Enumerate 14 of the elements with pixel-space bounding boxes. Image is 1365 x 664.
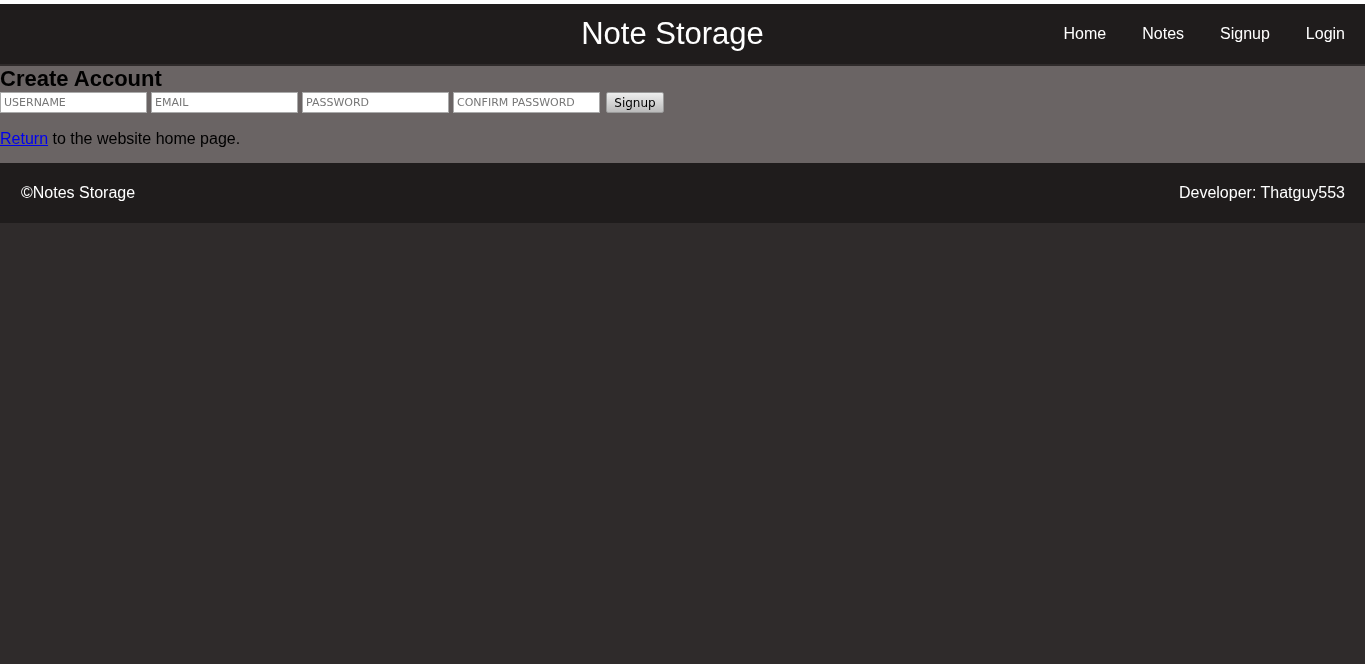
return-text: Return to the website home page. [0,130,242,148]
nav-link[interactable]: Home [1063,25,1107,43]
page-heading: Create Account [0,66,163,92]
copyright-text: ©Notes Storage [21,184,136,202]
nav-link[interactable]: Login [1305,25,1345,43]
nav-link[interactable]: Notes [1142,25,1185,43]
input-field[interactable]: EMAIL [151,92,298,113]
site-title: Note Storage [581,16,764,52]
input-field[interactable]: CONFIRM PASSWORD [453,92,600,113]
developer-text: Developer: Thatguy553 [1178,184,1345,202]
input-field[interactable]: PASSWORD [302,92,449,113]
nav-link[interactable]: Signup [1220,25,1270,43]
input-field[interactable]: USERNAME [0,92,147,113]
signup-button[interactable]: Signup [606,92,664,113]
